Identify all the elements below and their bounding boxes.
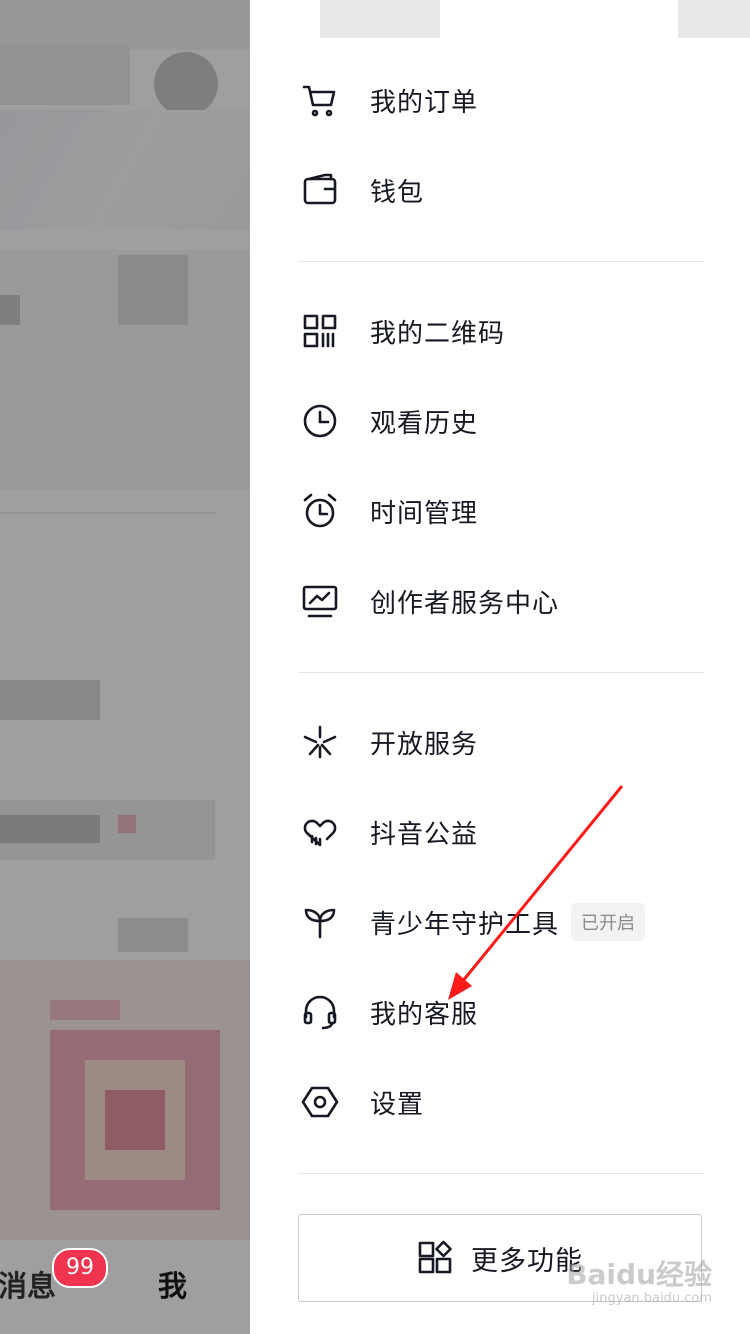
watermark-logo: Baidu经验 jingyan.baidu.com bbox=[566, 1253, 712, 1306]
clock-icon bbox=[300, 401, 340, 441]
chart-monitor-icon bbox=[300, 581, 340, 621]
menu-item-label: 开放服务 bbox=[370, 729, 479, 760]
tab-me[interactable]: 我 bbox=[158, 1263, 187, 1305]
menu-item-orders[interactable]: 我的订单 bbox=[298, 55, 704, 145]
menu-group-1: 我的订单 钱包 bbox=[298, 55, 704, 235]
alarm-clock-icon bbox=[300, 491, 340, 531]
side-drawer: 我的订单 钱包 我的二维码 观看历史 时间管理 创作者服务中心 开放服务 抖音公… bbox=[250, 0, 750, 1334]
menu-item-label: 我的订单 bbox=[370, 87, 479, 118]
menu-item-label: 我的二维码 bbox=[370, 318, 506, 349]
divider bbox=[298, 1173, 704, 1174]
asterisk-icon bbox=[300, 722, 340, 762]
menu-item-label: 钱包 bbox=[370, 177, 425, 208]
tab-messages[interactable]: 消息 bbox=[0, 1263, 56, 1305]
menu-item-label: 我的客服 bbox=[370, 999, 479, 1030]
menu-item-creator-center[interactable]: 创作者服务中心 bbox=[298, 556, 704, 646]
headset-icon bbox=[300, 992, 340, 1032]
menu-item-youth-guard[interactable]: 青少年守护工具 已开启 bbox=[298, 877, 704, 967]
qrcode-icon bbox=[300, 311, 340, 351]
divider bbox=[298, 261, 704, 262]
menu-item-customer-service[interactable]: 我的客服 bbox=[298, 967, 704, 1057]
menu-group-2: 我的二维码 观看历史 时间管理 创作者服务中心 bbox=[298, 286, 704, 646]
divider bbox=[298, 672, 704, 673]
menu-item-qrcode[interactable]: 我的二维码 bbox=[298, 286, 704, 376]
menu-item-wallet[interactable]: 钱包 bbox=[298, 145, 704, 235]
menu-item-label: 抖音公益 bbox=[370, 819, 479, 850]
menu-group-3: 开放服务 抖音公益 青少年守护工具 已开启 我的客服 设置 bbox=[298, 697, 704, 1147]
menu-item-label: 时间管理 bbox=[370, 498, 479, 529]
menu-item-label: 青少年守护工具 bbox=[370, 909, 560, 940]
sprout-icon bbox=[300, 902, 340, 942]
status-badge: 已开启 bbox=[571, 903, 646, 941]
username-pixelated bbox=[320, 0, 440, 38]
hexagon-gear-icon bbox=[300, 1082, 340, 1122]
menu-item-time-management[interactable]: 时间管理 bbox=[298, 466, 704, 556]
cart-icon bbox=[300, 80, 340, 120]
menu-item-charity[interactable]: 抖音公益 bbox=[298, 787, 704, 877]
menu-item-open-services[interactable]: 开放服务 bbox=[298, 697, 704, 787]
menu-item-history[interactable]: 观看历史 bbox=[298, 376, 704, 466]
wallet-icon bbox=[300, 170, 340, 210]
menu-item-settings[interactable]: 设置 bbox=[298, 1057, 704, 1147]
watermark-url: jingyan.baidu.com bbox=[592, 1291, 712, 1306]
background-app-overlay[interactable]: 消息 99 我 bbox=[0, 0, 250, 1334]
messages-badge: 99 bbox=[52, 1248, 108, 1288]
heart-hand-icon bbox=[300, 812, 340, 852]
menu-item-label: 观看历史 bbox=[370, 408, 479, 439]
menu-item-label: 创作者服务中心 bbox=[370, 588, 560, 619]
grid-apps-icon bbox=[418, 1240, 452, 1274]
user-info-pixelated bbox=[678, 0, 750, 38]
watermark-brand: Baidu经验 bbox=[566, 1258, 712, 1291]
menu-item-label: 设置 bbox=[370, 1089, 425, 1120]
